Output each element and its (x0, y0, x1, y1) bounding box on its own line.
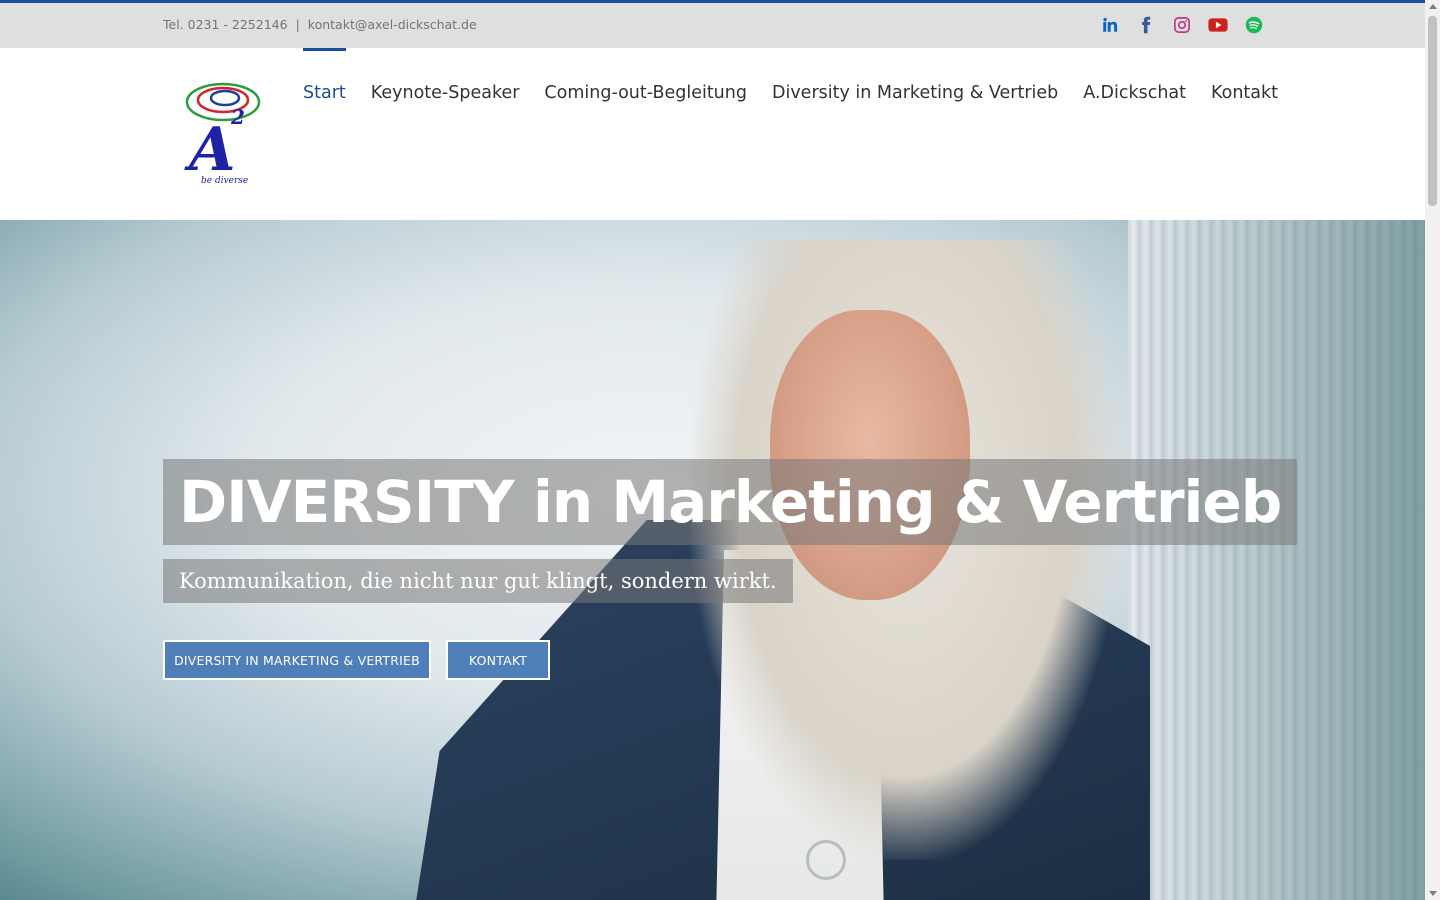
instagram-icon[interactable] (1172, 15, 1192, 35)
facebook-icon[interactable] (1136, 15, 1156, 35)
nav-item-start[interactable]: Start (303, 48, 346, 138)
hero-section: DIVERSITY in Marketing & Vertrieb Kommun… (0, 220, 1425, 900)
scroll-up-arrow-icon[interactable] (1429, 4, 1437, 9)
nav-item-coming-out-begleitung[interactable]: Coming-out-Begleitung (544, 48, 747, 138)
hero-subline: Kommunikation, die nicht nur gut klingt,… (163, 559, 793, 603)
linkedin-icon[interactable] (1100, 15, 1120, 35)
youtube-icon[interactable] (1208, 15, 1228, 35)
nav-item-diversity-marketing-vertrieb[interactable]: Diversity in Marketing & Vertrieb (772, 48, 1058, 138)
hero-headline: DIVERSITY in Marketing & Vertrieb (163, 459, 1298, 545)
site-header: A 2 be diverse Start Keynote-Speaker Com… (0, 48, 1425, 220)
nav-item-a-dickschat[interactable]: A.Dickschat (1083, 48, 1186, 138)
hero-photo-necklace (806, 840, 846, 880)
logo-letter: A (184, 115, 236, 185)
page-scrollbar[interactable] (1425, 0, 1440, 900)
kontakt-button[interactable]: KONTAKT (446, 640, 550, 680)
logo-superscript: 2 (230, 105, 245, 129)
phone-number[interactable]: Tel. 0231 - 2252146 (163, 17, 288, 32)
nav-item-keynote-speaker[interactable]: Keynote-Speaker (371, 48, 520, 138)
social-links (1100, 15, 1264, 35)
top-bar: Tel. 0231 - 2252146 | kontakt@axel-dicksch… (0, 0, 1425, 48)
email-link[interactable]: kontakt@axel-dickschat.de (308, 17, 477, 32)
diversity-button[interactable]: DIVERSITY IN MARKETING & VERTRIEB (163, 640, 431, 680)
logo-tagline: be diverse (201, 176, 248, 186)
hero-background-shade (1128, 220, 1425, 900)
hero-photo-face (770, 310, 970, 600)
scrollbar-thumb[interactable] (1428, 16, 1437, 206)
contact-separator: | (295, 17, 300, 32)
nav-item-kontakt[interactable]: Kontakt (1211, 48, 1278, 138)
contact-info: Tel. 0231 - 2252146 | kontakt@axel-dicksch… (163, 17, 477, 32)
spotify-icon[interactable] (1244, 15, 1264, 35)
scroll-down-arrow-icon[interactable] (1429, 891, 1437, 896)
main-nav: Start Keynote-Speaker Coming-out-Begleit… (303, 48, 1303, 138)
site-logo[interactable]: A 2 be diverse (183, 82, 265, 188)
